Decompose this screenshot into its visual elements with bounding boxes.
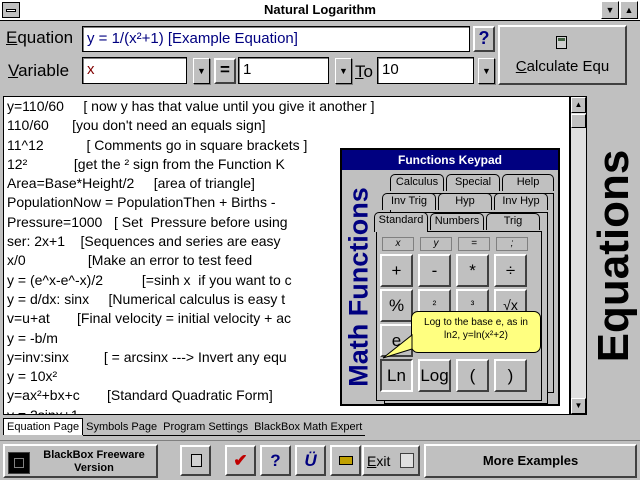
symbol-y[interactable]: y: [420, 237, 452, 251]
maximize-button[interactable]: ▲: [620, 1, 638, 19]
tab-hyp[interactable]: Hyp: [438, 193, 492, 210]
symbol-equals[interactable]: =: [458, 237, 490, 251]
help-button[interactable]: ?: [473, 26, 495, 52]
keypad-side-panel: Math Functions: [342, 170, 376, 404]
tab-inv-trig[interactable]: Inv Trig: [382, 193, 436, 210]
to-dropdown[interactable]: ▼: [478, 58, 495, 84]
key-log[interactable]: Log: [418, 359, 451, 392]
tab-calculus[interactable]: Calculus: [390, 174, 444, 191]
calculate-button[interactable]: Calculate Equ: [498, 25, 627, 85]
check-button[interactable]: ✔: [225, 445, 256, 476]
tab-standard[interactable]: Standard: [374, 212, 428, 232]
equations-side-label: Equations: [589, 149, 638, 362]
exit-door-icon: [400, 453, 414, 468]
window-title: Natural Logarithm: [264, 2, 376, 17]
folder-button[interactable]: [330, 445, 361, 476]
scroll-down-button[interactable]: ▼: [571, 398, 586, 414]
key-ln[interactable]: Ln: [380, 359, 413, 392]
variable-input[interactable]: x: [82, 57, 187, 84]
to-label: To: [355, 62, 373, 81]
variable-label: Variable: [8, 61, 70, 80]
calculate-label: Calculate Equ: [515, 58, 610, 75]
variable-dropdown[interactable]: ▼: [193, 58, 210, 84]
page-tabs: Equation Page Symbols Page Program Setting…: [3, 418, 366, 436]
to-input[interactable]: 10: [377, 57, 474, 84]
ln-tooltip: Log to the base e, as in ln2, y=ln(x²+2): [411, 311, 541, 353]
equation-label: Equation: [6, 28, 74, 47]
symbol-semicolon[interactable]: ;: [496, 237, 528, 251]
key-minus[interactable]: -: [418, 254, 451, 287]
help-toolbar-button[interactable]: ?: [260, 445, 291, 476]
blackbox-logo-icon: [8, 452, 30, 474]
math-functions-label: Math Functions: [343, 187, 374, 387]
blackbox-version-label: BlackBox Freeware Version: [43, 449, 145, 474]
from-input[interactable]: 1: [238, 57, 329, 84]
tab-program-settings[interactable]: Program Settings: [160, 419, 252, 436]
tab-numbers[interactable]: Numbers: [430, 213, 484, 230]
key-open-paren[interactable]: (: [456, 359, 489, 392]
calculator-button[interactable]: [180, 445, 211, 476]
tab-blackbox-math-expert[interactable]: BlackBox Math Expert: [251, 419, 366, 436]
equation-line[interactable]: y=110/60 [ now y has that value until yo…: [4, 97, 569, 116]
tab-help[interactable]: Help: [502, 174, 554, 191]
equation-input[interactable]: y = 1/(x²+1) [Example Equation]: [82, 26, 470, 52]
vertical-scrollbar[interactable]: ▲ ▼: [570, 96, 587, 415]
minimize-button[interactable]: ▼: [601, 1, 619, 19]
calculator-icon: [191, 454, 202, 467]
key-close-paren[interactable]: ): [494, 359, 527, 392]
key-multiply[interactable]: *: [456, 254, 489, 287]
tab-symbols-page[interactable]: Symbols Page: [83, 419, 161, 436]
symbol-x[interactable]: x: [382, 237, 414, 251]
key-percent[interactable]: %: [380, 289, 413, 322]
key-plus[interactable]: +: [380, 254, 413, 287]
more-examples-button[interactable]: More Examples: [424, 444, 637, 478]
tab-trig[interactable]: Trig: [486, 213, 540, 230]
calculator-icon: [556, 36, 567, 49]
functions-keypad-window[interactable]: Functions Keypad Math Functions Calculus…: [340, 148, 560, 406]
folder-icon: [339, 456, 353, 465]
tab-equation-page[interactable]: Equation Page: [3, 418, 84, 435]
key-divide[interactable]: ÷: [494, 254, 527, 287]
equation-line[interactable]: y = 2sinx+1: [4, 406, 569, 414]
blackbox-version-button[interactable]: BlackBox Freeware Version: [3, 444, 158, 478]
tab-special[interactable]: Special: [446, 174, 500, 191]
from-dropdown[interactable]: ▼: [335, 58, 352, 84]
equals-button[interactable]: =: [214, 58, 236, 84]
exit-button[interactable]: Exit: [362, 445, 420, 476]
keypad-title: Functions Keypad: [342, 150, 558, 170]
umlaut-button[interactable]: Ü: [295, 445, 326, 476]
scroll-up-button[interactable]: ▲: [571, 97, 586, 113]
exit-label: Exit: [367, 453, 391, 469]
equation-line[interactable]: 110/60 [you don't need an equals sign]: [4, 116, 569, 135]
scroll-thumb[interactable]: [571, 114, 586, 128]
tooltip-pointer: [382, 334, 413, 359]
side-label-panel: Equations: [588, 96, 640, 415]
tab-inv-hyp[interactable]: Inv Hyp: [494, 193, 548, 210]
